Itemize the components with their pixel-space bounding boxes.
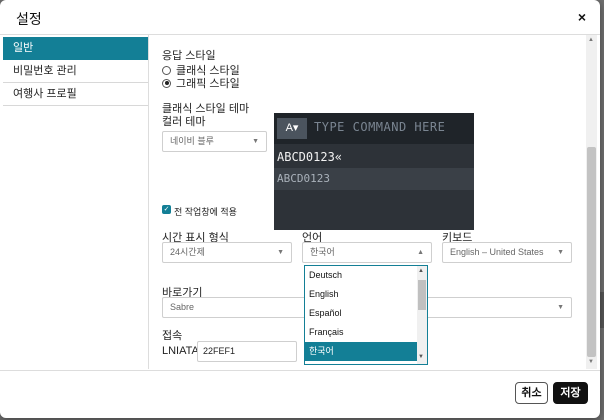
- close-icon[interactable]: ×: [578, 9, 586, 25]
- radio-button[interactable]: [162, 65, 171, 75]
- sidebar-item-label: 여행사 프로필: [13, 88, 77, 100]
- radio-graphic-style[interactable]: 그래픽 스타일: [162, 75, 240, 91]
- command-preview: A▾ TYPE COMMAND HERE ABCD0123« ABCD0123: [274, 113, 474, 230]
- sidebar-item-general[interactable]: 일반: [3, 37, 148, 60]
- scroll-down-icon[interactable]: ▼: [588, 359, 594, 365]
- settings-sidebar: 일반 비밀번호 관리 여행사 프로필: [3, 37, 148, 106]
- dropdown-scrollbar[interactable]: ▲ ▼: [417, 266, 427, 364]
- chevron-down-icon: ▼: [252, 138, 259, 145]
- chevron-down-icon: ▼: [557, 304, 564, 311]
- language-option-selected[interactable]: 한국어: [305, 342, 427, 361]
- language-option[interactable]: Français: [305, 323, 427, 342]
- select-value: Sabre: [170, 302, 195, 312]
- command-output-line: ABCD0123«: [277, 150, 343, 164]
- scroll-up-icon[interactable]: ▲: [588, 37, 594, 43]
- language-option[interactable]: Deutsch: [305, 266, 427, 285]
- font-size-toggle-button[interactable]: A▾: [277, 118, 307, 139]
- sidebar-item-label: 비밀번호 관리: [13, 65, 77, 77]
- scroll-up-icon[interactable]: ▲: [418, 268, 424, 274]
- lniata-input[interactable]: 22FEF1: [197, 341, 297, 362]
- language-option[interactable]: English: [305, 285, 427, 304]
- time-format-select[interactable]: 24시간제 ▼: [162, 242, 292, 263]
- scroll-thumb[interactable]: [587, 147, 596, 357]
- command-output-line: ABCD0123: [277, 172, 330, 185]
- save-button[interactable]: 저장: [553, 382, 588, 404]
- sidebar-item-label: 일반: [13, 42, 34, 54]
- settings-dialog: 설정 × 일반 비밀번호 관리 여행사 프로필 응답 스타일 클래식 스타일 그…: [0, 0, 600, 418]
- footer-divider: [0, 370, 600, 371]
- scroll-thumb[interactable]: [418, 280, 426, 310]
- language-select[interactable]: 한국어 ▲: [302, 242, 432, 263]
- lniata-label: LNIATA: [162, 345, 199, 357]
- cancel-button[interactable]: 취소: [515, 382, 548, 404]
- select-value: English – United States: [450, 247, 544, 257]
- dialog-title: 설정: [16, 11, 42, 27]
- chevron-down-icon: ▼: [557, 249, 564, 256]
- radio-button-selected[interactable]: [162, 78, 171, 88]
- language-dropdown-list: Deutsch English Español Français 한국어 ▲ ▼: [304, 265, 428, 365]
- apply-all-label: 전 작업창에 적용: [174, 207, 237, 217]
- sidebar-item-password[interactable]: 비밀번호 관리: [3, 60, 148, 83]
- select-value: 네이비 블루: [170, 136, 214, 146]
- color-theme-select[interactable]: 네이비 블루 ▼: [162, 131, 267, 152]
- content-scrollbar[interactable]: ▲ ▼: [586, 35, 597, 369]
- header-divider: [0, 34, 600, 35]
- sidebar-item-agency-profile[interactable]: 여행사 프로필: [3, 83, 148, 106]
- connection-label: 접속: [162, 330, 183, 342]
- command-input[interactable]: TYPE COMMAND HERE: [314, 120, 445, 134]
- chevron-up-icon: ▲: [417, 249, 424, 256]
- chevron-down-icon: ▼: [277, 249, 284, 256]
- select-value: 24시간제: [170, 247, 205, 257]
- select-value: 한국어: [310, 247, 335, 257]
- scroll-down-icon[interactable]: ▼: [418, 354, 424, 360]
- language-option[interactable]: Español: [305, 304, 427, 323]
- keyboard-select[interactable]: English – United States ▼: [442, 242, 572, 263]
- response-style-label: 응답 스타일: [162, 50, 216, 62]
- color-theme-label: 컬러 테마: [162, 116, 206, 128]
- sidebar-divider: [148, 35, 149, 369]
- radio-label: 그래픽 스타일: [176, 78, 240, 90]
- apply-all-checkbox[interactable]: ✓: [162, 205, 171, 214]
